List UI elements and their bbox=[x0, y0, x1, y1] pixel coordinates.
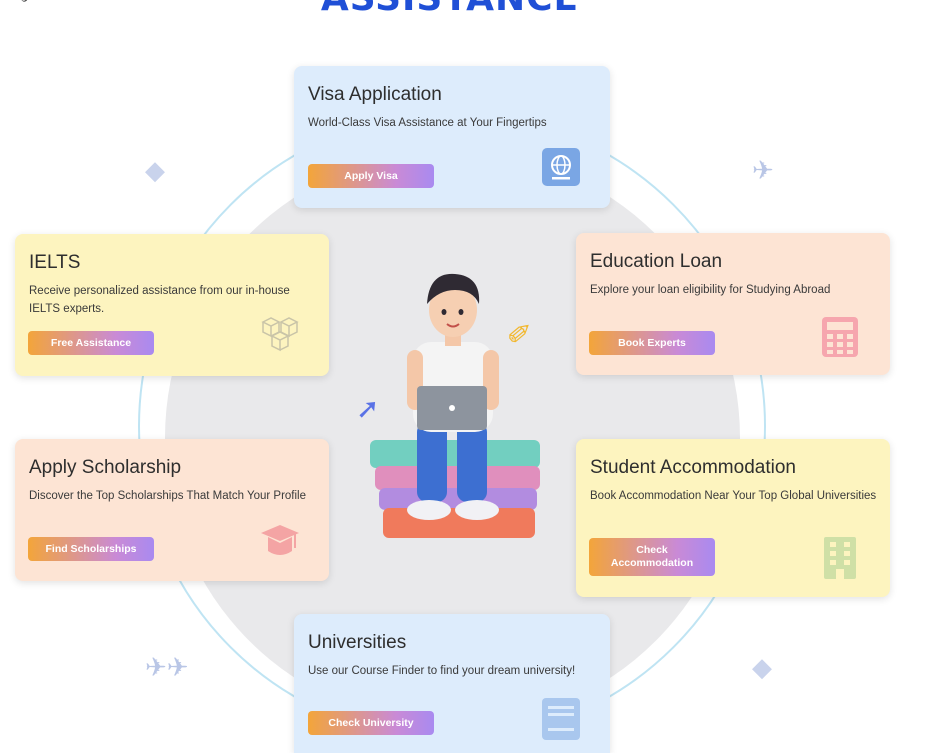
accommodation-card: Student Accommodation Book Accommodation… bbox=[576, 439, 890, 597]
scholarship-card: Apply Scholarship Discover the Top Schol… bbox=[15, 439, 329, 581]
book-icon bbox=[542, 698, 580, 740]
ielts-card: IELTS Receive personalized assistance fr… bbox=[15, 234, 329, 376]
diamond-icon: ◆ bbox=[145, 155, 165, 185]
card-description: Discover the Top Scholarships That Match… bbox=[29, 490, 306, 502]
universities-card: Universities Use our Course Finder to fi… bbox=[294, 614, 610, 753]
airplane-icon: ✈ bbox=[752, 155, 774, 185]
check-accommodation-button[interactable]: Check Accommodation bbox=[589, 538, 715, 576]
book-experts-button[interactable]: Book Experts bbox=[589, 331, 715, 355]
card-title: Visa Application bbox=[308, 84, 442, 105]
card-title: IELTS bbox=[29, 252, 81, 273]
diamond-icon: ◆ bbox=[752, 652, 772, 682]
student-with-laptop-illustration bbox=[355, 262, 555, 552]
building-icon bbox=[824, 537, 856, 579]
apply-visa-button[interactable]: Apply Visa bbox=[308, 164, 434, 188]
card-description: World-Class Visa Assistance at Your Fing… bbox=[308, 117, 547, 129]
card-description: Explore your loan eligibility for Studyi… bbox=[590, 284, 831, 296]
card-title: Student Accommodation bbox=[590, 457, 796, 478]
airplanes-icon: ✈✈ bbox=[145, 652, 189, 682]
arrow-icon: ➚ bbox=[356, 393, 380, 424]
card-title: Apply Scholarship bbox=[29, 457, 182, 478]
education-loan-card: Education Loan Explore your loan eligibi… bbox=[576, 233, 890, 375]
calculator-icon bbox=[822, 317, 858, 357]
free-assistance-button[interactable]: Free Assistance bbox=[28, 331, 154, 355]
card-description: Use our Course Finder to find your dream… bbox=[308, 665, 576, 677]
cubes-icon bbox=[261, 317, 299, 352]
company-seal: LTD bbox=[0, 0, 42, 40]
visa-card: Visa Application World-Class Visa Assist… bbox=[294, 66, 610, 208]
find-scholarships-button[interactable]: Find Scholarships bbox=[28, 537, 154, 561]
globe-icon bbox=[542, 148, 580, 186]
graduation-cap-icon bbox=[261, 525, 299, 555]
card-description: Book Accommodation Near Your Top Global … bbox=[590, 490, 877, 502]
page-heading: ASSISTANCE bbox=[300, 0, 600, 19]
card-title: Education Loan bbox=[590, 251, 723, 272]
card-title: Universities bbox=[308, 632, 407, 653]
check-university-button[interactable]: Check University bbox=[308, 711, 434, 735]
